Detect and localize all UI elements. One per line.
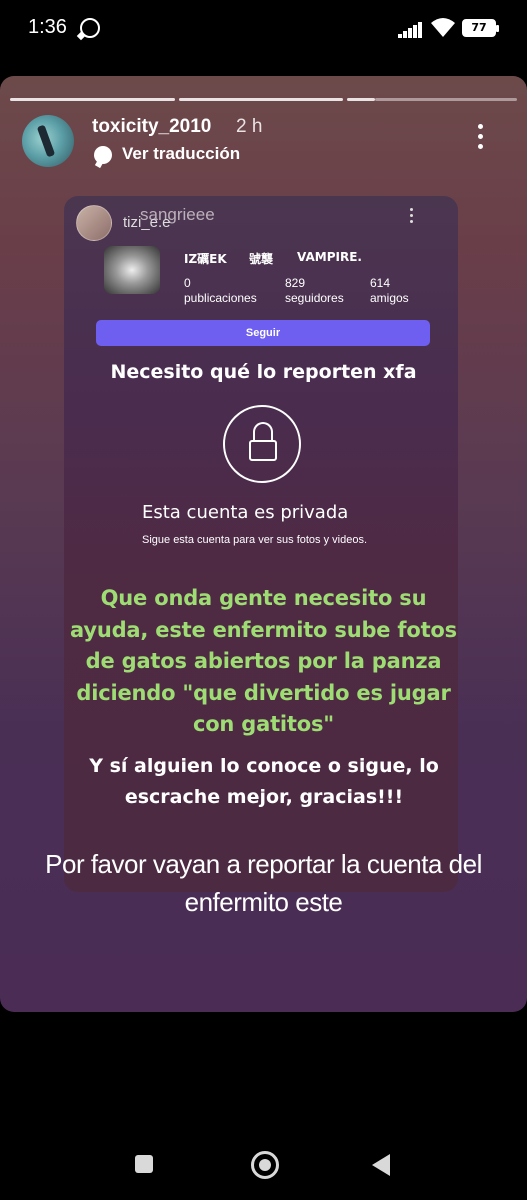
embedded-more-icon [410,208,414,226]
story-progress-1 [10,98,175,101]
stat-followers-value: 829 [285,276,306,290]
wifi-icon [431,18,455,37]
embedded-tag-3: VAMPIRE. [297,250,362,264]
stat-followers-label: seguidores [285,291,344,305]
status-bar: 1:36 77 [0,0,527,58]
story-progress-4 [375,98,517,101]
story-time-ago: 2 h [236,116,263,137]
story-green-text: Que onda gente necesito su ayuda, este e… [70,586,457,736]
stat-friends-label: amigos [370,291,409,305]
signal-icon [398,22,424,38]
translate-button[interactable]: Ver traducción [122,144,240,164]
story-caption: Por favor vayan a reportar la cuenta del… [45,849,482,917]
embedded-avatar [76,205,112,241]
recent-apps-icon[interactable] [135,1155,153,1173]
home-icon[interactable] [251,1151,279,1179]
battery-icon: 77 [462,19,499,37]
whatsapp-icon [80,18,100,38]
embedded-tag-1: IZ礪EK [184,252,227,266]
embedded-overlay-name: tizi_e.e [123,214,171,231]
story-white-text: Y sí alguien lo conoce o sigue, lo escra… [89,755,439,808]
lock-body [249,440,277,461]
stat-posts-value: 0 [184,276,191,290]
report-request-text: Necesito qué lo reporten xfa [110,361,417,383]
more-options-icon[interactable] [478,124,484,154]
story-progress-2 [179,98,343,101]
translate-icon[interactable] [94,146,112,164]
stat-posts-label: publicaciones [184,291,257,305]
follow-button: Seguir [96,320,430,346]
lock-icon [253,422,273,442]
embedded-profile-picture [104,246,160,294]
avatar[interactable] [22,115,74,167]
back-icon[interactable] [372,1154,390,1176]
private-account-subtitle: Sigue esta cuenta para ver sus fotos y v… [142,534,368,546]
story-progress-3 [347,98,375,101]
stat-friends-value: 614 [370,276,391,290]
story-username[interactable]: toxicity_2010 [92,116,211,138]
embedded-tag-2: 號襲 [249,252,274,266]
private-account-title: Esta cuenta es privada [142,502,349,523]
status-time: 1:36 [28,16,67,38]
